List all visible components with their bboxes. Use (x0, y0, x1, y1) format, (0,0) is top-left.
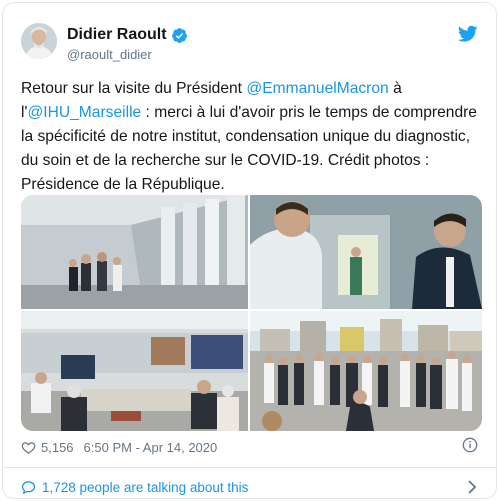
photo-corridor[interactable] (21, 195, 248, 309)
photo-group-outdoors[interactable] (250, 311, 482, 431)
tweet-card: Didier Raoult @raoult_didier Retour sur … (2, 2, 497, 499)
like-count[interactable]: 5,156 (41, 440, 74, 455)
info-icon[interactable] (462, 437, 478, 453)
tweet-meta: 5,156 6:50 PM - Apr 14, 2020 (21, 436, 478, 458)
divider (3, 467, 496, 468)
talking-count: 1,728 people are talking about this (42, 479, 249, 495)
conversation-link[interactable]: 1,728 people are talking about this (21, 477, 478, 497)
photo-meeting-room[interactable] (21, 311, 248, 431)
tweet-header: Didier Raoult @raoult_didier (21, 23, 478, 67)
media-grid (21, 195, 482, 431)
chevron-right-icon (468, 480, 477, 494)
mention-ihu-marseille[interactable]: @IHU_Marseille (27, 104, 141, 121)
avatar[interactable] (21, 23, 57, 59)
handle[interactable]: @raoult_didier (67, 47, 152, 62)
heart-icon[interactable] (21, 440, 36, 455)
tweet-text: Retour sur la visite du Président @Emman… (21, 77, 481, 197)
name-row: Didier Raoult (67, 26, 188, 44)
photo-lab[interactable] (250, 195, 482, 309)
mention-emmanuelmacron[interactable]: @EmmanuelMacron (246, 80, 388, 97)
display-name[interactable]: Didier Raoult (67, 26, 167, 44)
timestamp[interactable]: 6:50 PM - Apr 14, 2020 (84, 440, 218, 455)
verified-badge-icon (171, 27, 187, 43)
comment-bubble-icon (21, 480, 36, 494)
twitter-bird-icon[interactable] (458, 25, 478, 43)
text-part: Retour sur la visite du Président (21, 80, 247, 97)
